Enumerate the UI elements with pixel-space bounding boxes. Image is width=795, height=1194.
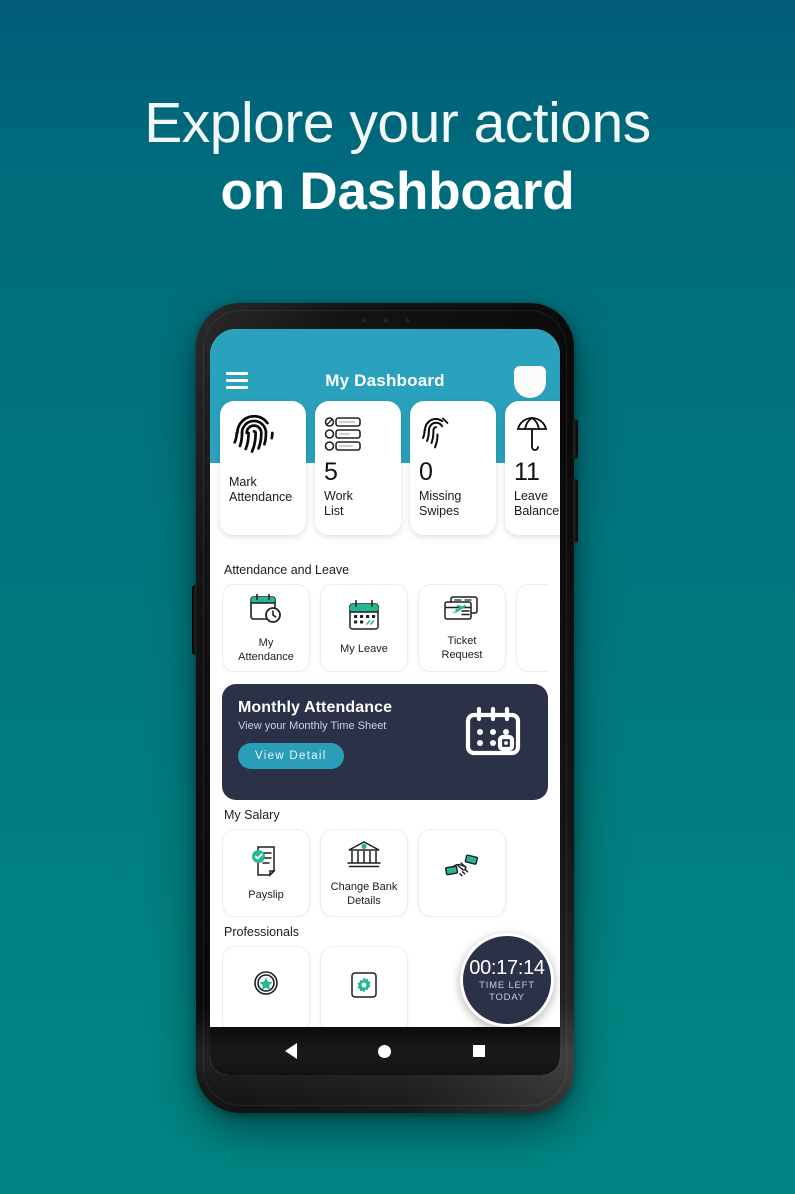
phone-power-button[interactable] (572, 419, 578, 459)
tile-label-line2: Request (441, 648, 483, 661)
tile-label: My Attendance (238, 637, 294, 663)
stat-card-strip-wrapper: Mark Attendance 5 Work List 0 Missing Sw… (210, 401, 560, 555)
tile-professional-badge[interactable] (222, 946, 310, 1034)
stat-label-line2: Attendance (229, 490, 293, 505)
tile-payslip[interactable]: Payslip (222, 829, 310, 917)
tile-label-line2: Attendance (238, 650, 294, 663)
stat-card-count: 5 (324, 457, 338, 486)
phone-side-button[interactable] (572, 479, 578, 543)
calendar-icon (348, 599, 380, 637)
stat-card-work-list[interactable]: 5 Work List (315, 401, 401, 535)
stat-card-label: Work List (324, 489, 392, 520)
gear-icon (348, 969, 380, 1006)
stat-label-line2: Swipes (419, 503, 460, 518)
stat-label-line1: Missing (419, 488, 462, 503)
tile-label: Ticket Request (442, 635, 483, 661)
tile-ticket-request[interactable]: Ticket Request (418, 584, 506, 672)
avatar[interactable] (514, 366, 546, 398)
tile-professional-settings[interactable] (320, 946, 408, 1034)
stat-card-strip[interactable]: Mark Attendance 5 Work List 0 Missing Sw… (210, 401, 560, 535)
tile-label: My Leave (340, 643, 388, 656)
promo-headline: Explore your actions on Dashboard (0, 91, 795, 227)
promo-headline-line1: Explore your actions (144, 91, 651, 155)
broken-fingerprint-icon (419, 411, 487, 458)
stat-card-label: Mark Attendance (229, 475, 297, 506)
stat-card-count: 0 (419, 457, 433, 486)
stat-card-label: Missing Swipes (419, 489, 487, 520)
stat-label-line1: Work (324, 488, 353, 503)
banner-title: Monthly Attendance (238, 699, 393, 716)
stat-card-leave-balance[interactable]: 11 Leave Balance (505, 401, 560, 535)
section-my-salary: My Salary Payslip Change Bank Details (210, 808, 560, 917)
app-header: My Dashboard (210, 329, 560, 405)
stat-label-line2: List (324, 503, 344, 518)
timer-label-line1: TIME LEFT (479, 979, 535, 991)
camera-dot (360, 318, 366, 323)
tile-my-leave[interactable]: My Leave (320, 584, 408, 672)
beach-umbrella-icon (514, 411, 560, 458)
tile-more-attendance[interactable] (516, 584, 548, 672)
stat-label-line1: Mark (229, 475, 257, 489)
phone-volume-button[interactable] (192, 585, 198, 655)
nav-home-circle-icon[interactable] (378, 1044, 392, 1058)
nav-back-triangle-icon[interactable] (284, 1043, 297, 1059)
payslip-check-icon (249, 844, 283, 883)
section-attendance-and-leave: Attendance and Leave My Attendance My Le… (210, 563, 560, 672)
stat-label-line1: Leave (514, 488, 549, 503)
stat-card-missing-swipes[interactable]: 0 Missing Swipes (410, 401, 496, 535)
stat-label-line2: Balance (514, 503, 560, 518)
money-handshake-icon (444, 853, 480, 888)
android-navigation-bar[interactable] (210, 1027, 560, 1075)
banner-subtitle: View your Monthly Time Sheet (238, 720, 387, 732)
tile-my-attendance[interactable]: My Attendance (222, 584, 310, 672)
calendar-clock-icon (248, 592, 284, 631)
tile-label-line2: Details (347, 894, 381, 907)
page-title: My Dashboard (325, 371, 445, 390)
camera-dot (404, 318, 410, 323)
section-title: My Salary (224, 808, 280, 822)
nav-recents-square-icon[interactable] (473, 1045, 486, 1057)
fingerprint-icon (229, 411, 297, 459)
phone-camera-dots (196, 318, 574, 323)
section-title: Attendance and Leave (224, 563, 350, 577)
tile-label-line1: My (258, 637, 274, 650)
view-detail-button[interactable]: View Detail (238, 743, 344, 769)
tile-salary-payment[interactable] (418, 829, 506, 917)
tile-label: Change Bank Details (331, 881, 398, 907)
tile-change-bank-details[interactable]: Change Bank Details (320, 829, 408, 917)
timer-label-line2: TODAY (489, 991, 525, 1003)
badge-star-icon (250, 969, 282, 1006)
monthly-attendance-banner[interactable]: Monthly Attendance View your Monthly Tim… (222, 684, 548, 800)
calendar-grid-icon (454, 701, 532, 767)
phone-mockup: My Dashboard Mark Attendance 5 Work List… (192, 303, 578, 1113)
promo-headline-line2: on Dashboard (220, 161, 575, 221)
bank-icon (346, 838, 382, 875)
camera-dot (382, 318, 388, 323)
banner-text-block: Monthly Attendance View your Monthly Tim… (238, 699, 454, 769)
tile-row-attendance[interactable]: My Attendance My Leave Ticket Request (222, 584, 548, 672)
checklist-icon (324, 411, 392, 458)
stat-card-label: Leave Balance (514, 489, 560, 520)
ticket-icon (443, 594, 481, 629)
timer-value: 00:17:14 (469, 956, 545, 979)
tile-label: Payslip (248, 888, 284, 901)
time-left-today-badge[interactable]: 00:17:14 TIME LEFT TODAY (460, 933, 554, 1027)
stat-card-mark-attendance[interactable]: Mark Attendance (220, 401, 306, 535)
stat-card-count: 11 (514, 457, 540, 486)
tile-label-line1: Ticket (447, 635, 477, 648)
tile-row-salary[interactable]: Payslip Change Bank Details (222, 829, 548, 917)
tile-label-line1: Change Bank (330, 881, 398, 894)
